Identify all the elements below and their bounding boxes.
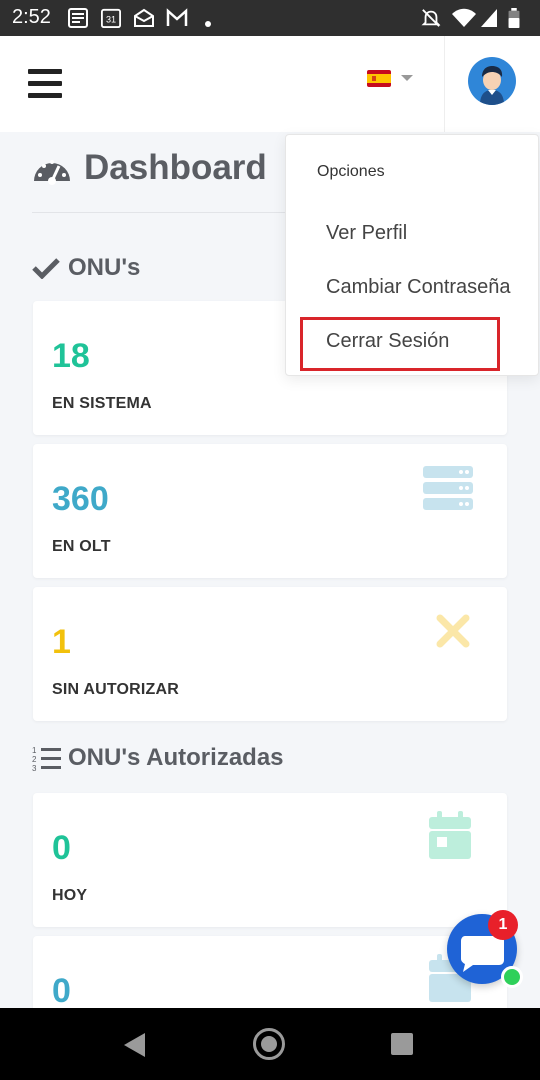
section-onus: ONU's: [32, 250, 140, 286]
chevron-down-icon[interactable]: [401, 75, 413, 81]
card-sin-autorizar[interactable]: 1 SIN AUTORIZAR: [33, 587, 507, 721]
status-time: 2:52: [12, 6, 51, 28]
menu-icon[interactable]: [28, 69, 62, 99]
server-icon: [423, 466, 473, 510]
card-label: HOY: [52, 887, 88, 904]
dot-icon: [205, 21, 211, 27]
menu-item-cambiar-contrasena[interactable]: Cambiar Contraseña: [326, 276, 511, 299]
card-value: 0: [52, 829, 71, 867]
calendar-day-icon: [429, 811, 471, 859]
page-title: Dashboard: [32, 146, 267, 190]
svg-text:2: 2: [32, 755, 37, 764]
wifi-icon: [452, 8, 476, 27]
card-label: EN SISTEMA: [52, 395, 152, 412]
news-icon: [68, 8, 88, 28]
menu-item-ver-perfil[interactable]: Ver Perfil: [326, 222, 407, 245]
section-authorized-title: ONU's Autorizadas: [68, 744, 284, 771]
mail-open-icon: [134, 8, 154, 27]
signal-icon: [481, 9, 497, 27]
section-onus-title: ONU's: [68, 254, 141, 281]
chat-unread-badge: 1: [488, 910, 518, 940]
gmail-icon: [166, 8, 188, 26]
calendar-icon: 31: [101, 8, 121, 28]
dropdown-header: Opciones: [317, 163, 385, 180]
online-status-indicator: [501, 966, 523, 988]
user-avatar-icon: [480, 66, 504, 105]
check-icon: [32, 258, 60, 279]
dashboard-gauge-icon: [34, 160, 70, 185]
status-bar: 2:52 31: [0, 0, 540, 36]
card-value: 0: [52, 972, 71, 1010]
notifications-off-icon: [421, 9, 441, 27]
card-value: 18: [52, 337, 90, 375]
recent-apps-icon[interactable]: [391, 1033, 413, 1055]
battery-icon: [508, 8, 520, 28]
card-label: SIN AUTORIZAR: [52, 681, 180, 698]
user-avatar[interactable]: [468, 57, 516, 105]
page-title-text: Dashboard: [84, 148, 267, 187]
back-icon[interactable]: [124, 1033, 145, 1057]
svg-text:1: 1: [32, 746, 37, 755]
section-onus-autorizadas: 1 2 3 ONU's Autorizadas: [32, 740, 284, 776]
svg-text:3: 3: [32, 764, 37, 771]
system-nav-bar: [0, 1008, 540, 1080]
card-hoy[interactable]: 0 HOY: [33, 793, 507, 927]
times-icon: [436, 614, 470, 648]
card-value: 1: [52, 623, 71, 661]
card-value: 360: [52, 480, 109, 518]
home-icon[interactable]: [253, 1028, 285, 1060]
list-ol-icon: 1 2 3: [32, 746, 61, 771]
highlight-annotation-box: [300, 317, 500, 371]
title-divider: [32, 212, 292, 213]
spain-flag-icon[interactable]: [367, 70, 391, 87]
card-en-olt[interactable]: 360 EN OLT: [33, 444, 507, 578]
calendar-day: 31: [106, 15, 116, 25]
card-label: EN OLT: [52, 538, 111, 555]
app-header: [0, 36, 540, 132]
header-divider: [444, 36, 445, 132]
